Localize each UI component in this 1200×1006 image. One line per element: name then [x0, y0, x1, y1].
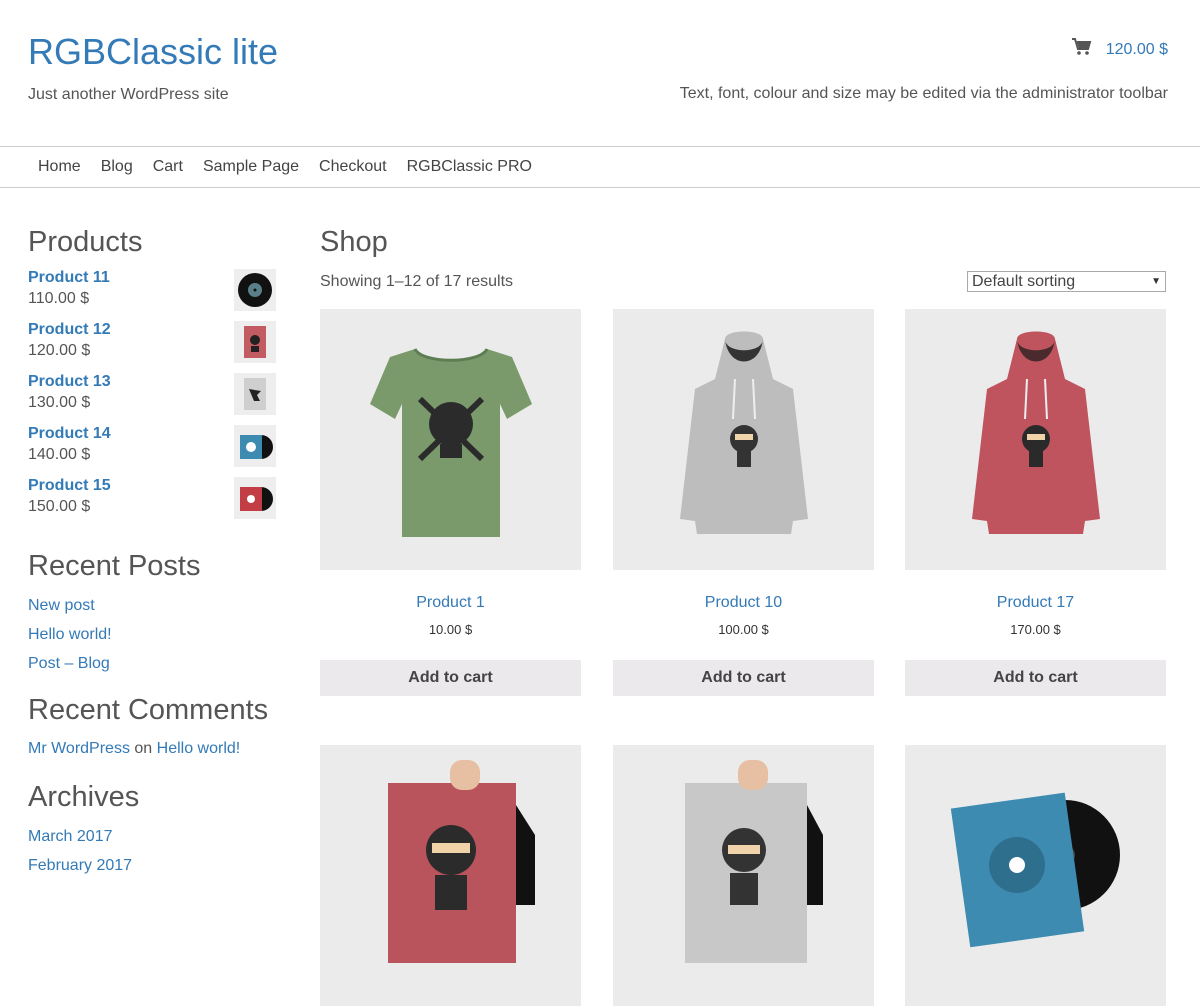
product-price: 10.00 $ [428, 622, 473, 637]
recent-post-item: Post – Blog [28, 655, 278, 673]
archives-widget-title: Archives [28, 780, 140, 813]
page-title: Shop [320, 226, 388, 258]
product-image-red-hoodie[interactable] [905, 309, 1166, 570]
recent-post-link[interactable]: Post – Blog [28, 655, 110, 672]
recent-post-link[interactable]: New post [28, 597, 95, 614]
grey-poster-icon[interactable] [234, 372, 276, 415]
header-note: Text, font, colour and size may be edite… [679, 85, 1168, 102]
recent-comments-widget-title: Recent Comments [28, 693, 269, 726]
cart-icon [1071, 38, 1092, 61]
nav-cart[interactable]: Cart [143, 158, 193, 176]
shop-main: Shop Showing 1–12 of 17 results Default … [320, 226, 1166, 1006]
product-card: Product 1 10.00 $ Add to cart [320, 309, 581, 696]
sidebar-product-item: Product 11 110.00 $ [28, 268, 278, 321]
product-title-link[interactable]: Product 10 [613, 594, 874, 612]
product-price: 170.00 $ [1010, 622, 1061, 637]
product-card [613, 745, 874, 1006]
product-image-green-tshirt[interactable] [320, 309, 581, 570]
product-title-link[interactable]: Product 1 [320, 594, 581, 612]
site-title[interactable]: RGBClassic lite [28, 34, 278, 70]
sidebar: Products Product 11 110.00 $ Product 12 … [28, 226, 278, 886]
product-card: Product 10 100.00 $ Add to cart [613, 309, 874, 696]
sidebar-product-item: Product 15 150.00 $ [28, 476, 278, 529]
sidebar-product-item: Product 12 120.00 $ [28, 320, 278, 373]
archive-item: March 2017 [28, 828, 278, 846]
nav-home[interactable]: Home [0, 158, 91, 176]
sorting-selected-value: Default sorting [972, 272, 1076, 290]
site-description: Just another WordPress site [28, 86, 229, 103]
sidebar-product-item: Product 13 130.00 $ [28, 372, 278, 425]
add-to-cart-button[interactable]: Add to cart [613, 660, 874, 696]
nav-checkout[interactable]: Checkout [309, 158, 397, 176]
sidebar-product-item: Product 14 140.00 $ [28, 424, 278, 477]
product-image-grey-hoodie[interactable] [613, 309, 874, 570]
header-cart-link[interactable]: 120.00 $ [1071, 38, 1168, 61]
archive-link[interactable]: February 2017 [28, 857, 132, 874]
dropdown-arrow-icon: ▼ [1151, 276, 1161, 287]
main-navigation: Home Blog Cart Sample Page Checkout RGBC… [0, 146, 1200, 188]
recent-posts-list: New post Hello world! Post – Blog [28, 597, 278, 673]
comment-on-text: on [134, 739, 153, 757]
comment-post-link[interactable]: Hello world! [157, 740, 241, 757]
recent-post-link[interactable]: Hello world! [28, 626, 112, 643]
nav-rgbclassic-pro[interactable]: RGBClassic PRO [397, 158, 542, 176]
comment-author-link[interactable]: Mr WordPress [28, 740, 130, 757]
archive-link[interactable]: March 2017 [28, 828, 113, 845]
nav-blog[interactable]: Blog [91, 158, 143, 176]
nav-sample-page[interactable]: Sample Page [193, 158, 309, 176]
product-title-link[interactable]: Product 17 [905, 594, 1166, 612]
product-card [905, 745, 1166, 1006]
product-image-red-ninja-poster[interactable] [320, 745, 581, 1006]
vinyl-record-icon[interactable] [234, 268, 276, 311]
archive-item: February 2017 [28, 857, 278, 875]
product-price: 100.00 $ [718, 622, 769, 637]
result-count: Showing 1–12 of 17 results [320, 273, 514, 290]
product-image-blue-vinyl-album[interactable] [905, 745, 1166, 1006]
product-image-grey-ninja-poster[interactable] [613, 745, 874, 1006]
recent-post-item: Hello world! [28, 626, 278, 644]
products-widget-title: Products [28, 226, 143, 258]
cart-total[interactable]: 120.00 $ [1106, 41, 1168, 59]
recent-post-item: New post [28, 597, 278, 615]
add-to-cart-button[interactable]: Add to cart [320, 660, 581, 696]
red-poster-icon[interactable] [234, 320, 276, 363]
product-card: Product 17 170.00 $ Add to cart [905, 309, 1166, 696]
product-card [320, 745, 581, 1006]
products-widget-list: Product 11 110.00 $ Product 12 120.00 $ … [28, 268, 278, 529]
sorting-select[interactable]: Default sorting ▼ [967, 271, 1166, 292]
blue-album-icon[interactable] [234, 424, 276, 467]
red-album-icon[interactable] [234, 476, 276, 519]
archives-list: March 2017 February 2017 [28, 828, 278, 875]
recent-comment-item: Mr WordPress on Hello world! [28, 740, 278, 758]
add-to-cart-button[interactable]: Add to cart [905, 660, 1166, 696]
recent-posts-widget-title: Recent Posts [28, 549, 201, 582]
